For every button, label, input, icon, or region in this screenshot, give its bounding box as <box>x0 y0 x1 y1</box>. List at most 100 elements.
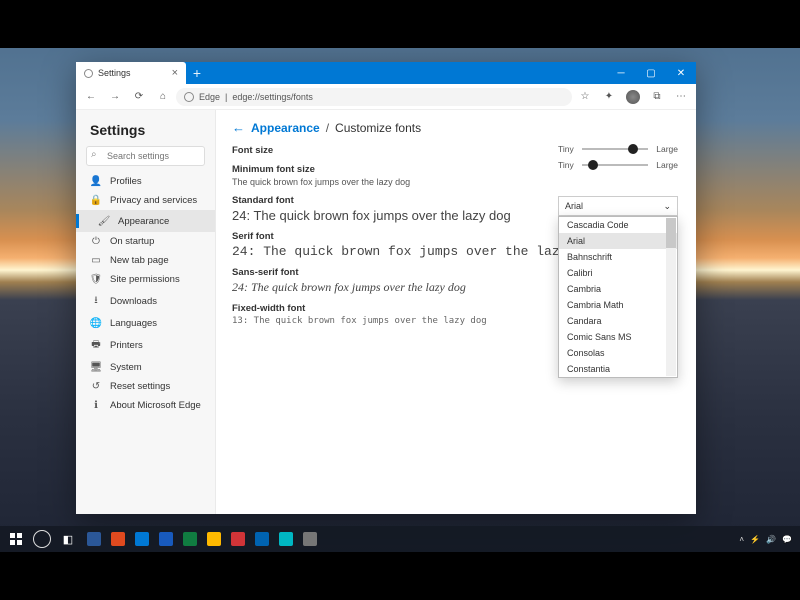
font-option[interactable]: Arial <box>559 233 677 249</box>
sidebar-item-privacy-and-services[interactable]: 🔒Privacy and services <box>76 191 215 210</box>
app-icon <box>207 532 221 546</box>
favicon <box>84 69 93 78</box>
taskbar-app-office[interactable] <box>106 527 130 551</box>
font-option[interactable]: Cascadia Code <box>559 217 677 233</box>
sidebar-item-profiles[interactable]: 👤Profiles <box>76 172 215 191</box>
breadcrumb-separator: / <box>326 121 329 135</box>
sidebar-item-system[interactable]: 🖥System <box>76 358 215 377</box>
refresh-button[interactable]: ⟳ <box>128 91 150 102</box>
favorites-list-button[interactable]: ✦ <box>598 90 620 104</box>
sidebar-item-about-microsoft-edge[interactable]: ℹAbout Microsoft Edge <box>76 396 215 415</box>
taskbar-app-settings[interactable] <box>298 527 322 551</box>
minimize-button[interactable]: ─ <box>606 62 636 84</box>
site-identity-icon <box>184 92 194 102</box>
favorite-button[interactable]: ☆ <box>574 90 596 104</box>
app-icon <box>183 532 197 546</box>
back-button[interactable]: ← <box>80 91 102 102</box>
close-window-button[interactable]: ✕ <box>666 62 696 84</box>
search-button[interactable] <box>30 527 54 551</box>
breadcrumb-parent[interactable]: Appearance <box>251 121 320 135</box>
close-tab-icon[interactable]: × <box>172 68 178 79</box>
sidebar-item-label: On startup <box>110 236 154 247</box>
collections-button[interactable]: ⧉ <box>646 90 668 104</box>
chevron-down-icon: ⌄ <box>663 201 671 212</box>
sidebar-item-label: Appearance <box>118 216 169 227</box>
search-icon: ⌕ <box>91 149 97 160</box>
system-tray[interactable]: ˄ ⚡ 🔊 💬 <box>739 535 796 544</box>
app-icon <box>87 532 101 546</box>
font-option[interactable]: Consolas <box>559 345 677 361</box>
taskbar-app-app[interactable] <box>226 527 250 551</box>
back-icon[interactable]: ← <box>232 120 245 135</box>
network-icon[interactable]: ⚡ <box>750 535 760 544</box>
font-option[interactable]: Cambria <box>559 281 677 297</box>
font-option[interactable]: Bahnschrift <box>559 249 677 265</box>
url-field[interactable]: Edge | edge://settings/fonts <box>176 88 572 106</box>
font-option[interactable]: Candara <box>559 313 677 329</box>
font-option[interactable]: Constantia <box>559 361 677 377</box>
sidebar-item-on-startup[interactable]: ⏻ On startup <box>76 232 215 251</box>
font-dropdown-selected[interactable]: Arial ⌄ <box>558 196 678 216</box>
url-separator: | <box>225 92 227 102</box>
taskbar-app-outlook[interactable] <box>130 527 154 551</box>
url-host: Edge <box>199 92 220 102</box>
tray-chevron-icon[interactable]: ˄ <box>739 535 744 544</box>
sidebar-item-downloads[interactable]: ⭳Downloads <box>76 289 215 314</box>
taskbar-app-chat[interactable] <box>274 527 298 551</box>
font-option[interactable]: Calibri <box>559 265 677 281</box>
slider-tiny-label: Tiny <box>558 144 574 154</box>
browser-window: Settings × + ─ ▢ ✕ ← → ⟳ ⌂ Edge | edge:/… <box>76 62 696 514</box>
sidebar-item-site-permissions[interactable]: 🛡Site permissions <box>76 270 215 289</box>
sidebar-item-reset-settings[interactable]: ↺Reset settings <box>76 377 215 396</box>
tab-icon: ▭ <box>90 255 102 266</box>
scrollbar-thumb[interactable] <box>666 218 676 248</box>
search-input[interactable] <box>86 146 205 166</box>
sidebar-item-label: Downloads <box>110 296 157 307</box>
sidebar-item-label: System <box>110 362 142 373</box>
slider-thumb[interactable] <box>628 144 638 154</box>
app-icon <box>303 532 317 546</box>
sidebar-item-appearance[interactable]: 🖌 Appearance <box>76 210 215 232</box>
sidebar-item-label: New tab page <box>110 255 169 266</box>
slider-thumb[interactable] <box>588 160 598 170</box>
new-tab-button[interactable]: + <box>186 62 208 84</box>
slider-tiny-label: Tiny <box>558 160 574 170</box>
home-button[interactable]: ⌂ <box>152 91 174 102</box>
tab-title: Settings <box>98 68 131 78</box>
titlebar: Settings × + ─ ▢ ✕ <box>76 62 696 84</box>
sidebar-item-new-tab-page[interactable]: ▭ New tab page <box>76 251 215 270</box>
brush-icon: 🖌 <box>98 216 110 227</box>
profile-button[interactable] <box>622 90 644 104</box>
font-option[interactable]: Cambria Math <box>559 297 677 313</box>
taskbar-app-explorer[interactable] <box>202 527 226 551</box>
volume-icon[interactable]: 🔊 <box>766 535 776 544</box>
sidebar-item-label: Languages <box>110 318 157 329</box>
power-icon: ⏻ <box>90 236 102 247</box>
slider-group: Tiny Large Tiny Large <box>558 144 678 176</box>
start-button[interactable] <box>4 527 28 551</box>
app-icon <box>231 532 245 546</box>
forward-button[interactable]: → <box>104 91 126 102</box>
notifications-icon[interactable]: 💬 <box>782 535 792 544</box>
font-option[interactable]: Comic Sans MS <box>559 329 677 345</box>
search-icon <box>33 530 51 548</box>
sidebar-item-printers[interactable]: 🖶Printers <box>76 333 215 358</box>
min-font-size-slider[interactable]: Tiny Large <box>558 160 678 170</box>
browser-tab[interactable]: Settings × <box>76 62 186 84</box>
person-icon: 👤 <box>90 176 102 187</box>
min-font-size-sample: The quick brown fox jumps over the lazy … <box>232 177 680 187</box>
app-icon <box>255 532 269 546</box>
taskbar-app-word[interactable] <box>154 527 178 551</box>
address-bar: ← → ⟳ ⌂ Edge | edge://settings/fonts ☆ ✦… <box>76 84 696 110</box>
taskbar-app-excel[interactable] <box>178 527 202 551</box>
font-size-slider[interactable]: Tiny Large <box>558 144 678 154</box>
sidebar-item-label: Privacy and services <box>110 195 197 206</box>
sidebar-item-languages[interactable]: 🌐Languages <box>76 314 215 333</box>
maximize-button[interactable]: ▢ <box>636 62 666 84</box>
taskbar-app-edge[interactable] <box>250 527 274 551</box>
slider-large-label: Large <box>656 144 678 154</box>
sidebar-title: Settings <box>76 118 215 146</box>
task-view-button[interactable]: ◧ <box>56 527 80 551</box>
taskbar-app-store[interactable] <box>82 527 106 551</box>
menu-button[interactable]: ⋯ <box>670 90 692 104</box>
